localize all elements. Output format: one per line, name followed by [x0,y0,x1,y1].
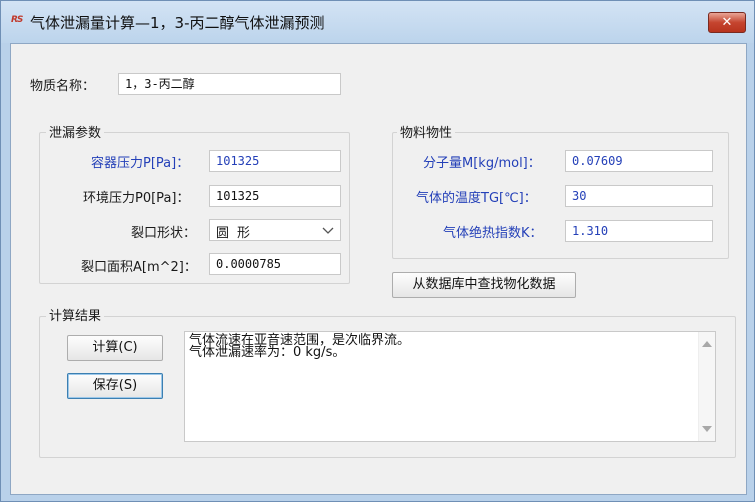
chevron-down-icon [322,227,334,234]
gas-temperature-input[interactable]: 30 [565,185,713,207]
substance-name-label: 物质名称： [30,79,96,94]
properties-title: 物料物性 [397,122,456,141]
leak-params-title: 泄漏参数 [46,122,105,141]
lookup-database-button[interactable]: 从数据库中查找物化数据 [392,272,576,298]
title-bar[interactable]: RS 气体泄漏量计算—1，3-丙二醇气体泄漏预测 ✕ [1,1,754,43]
molecular-weight-label: 分子量M[kg/mol]： [423,156,541,171]
close-button[interactable]: ✕ [708,12,746,33]
crack-shape-label: 裂口形状： [131,226,197,241]
adiabatic-index-label: 气体绝热指数K： [443,226,543,241]
crack-area-input[interactable]: 0.0000785 [209,253,341,275]
ambient-pressure-label: 环境压力P0[Pa]： [83,191,190,206]
ambient-pressure-input[interactable]: 101325 [209,185,341,207]
calculate-button[interactable]: 计算(C) [67,335,163,361]
adiabatic-index-input[interactable]: 1.310 [565,220,713,242]
app-window: RS 气体泄漏量计算—1，3-丙二醇气体泄漏预测 ✕ 物质名称： 1，3-丙二醇… [0,0,755,502]
result-line: 气体泄漏速率为：0 kg/s。 [189,345,346,360]
molecular-weight-input[interactable]: 0.07609 [565,150,713,172]
save-button[interactable]: 保存(S) [67,373,163,399]
vessel-pressure-label: 容器压力P[Pa]： [91,156,190,171]
gas-temperature-label: 气体的温度TG[℃]： [416,191,537,206]
results-output[interactable]: 气体流速在亚音速范围，是次临界流。 气体泄漏速率为：0 kg/s。 [184,331,716,442]
crack-shape-select[interactable]: 圆形 [209,219,341,241]
app-logo-icon: RS [11,15,23,25]
results-scrollbar[interactable] [698,332,715,441]
dialog-body: 物质名称： 1，3-丙二醇 泄漏参数 容器压力P[Pa]： 101325 环境压… [10,43,747,495]
substance-name-input[interactable]: 1，3-丙二醇 [118,73,341,95]
scroll-down-icon[interactable] [702,426,712,432]
vessel-pressure-input[interactable]: 101325 [209,150,341,172]
crack-shape-value: 圆形 [216,226,259,241]
window-title: 气体泄漏量计算—1，3-丙二醇气体泄漏预测 [30,14,325,32]
results-title: 计算结果 [46,305,105,324]
scroll-up-icon[interactable] [702,341,712,347]
crack-area-label: 裂口面积A[m^2]： [81,260,197,275]
results-text: 气体流速在亚音速范围，是次临界流。 气体泄漏速率为：0 kg/s。 [189,334,689,360]
